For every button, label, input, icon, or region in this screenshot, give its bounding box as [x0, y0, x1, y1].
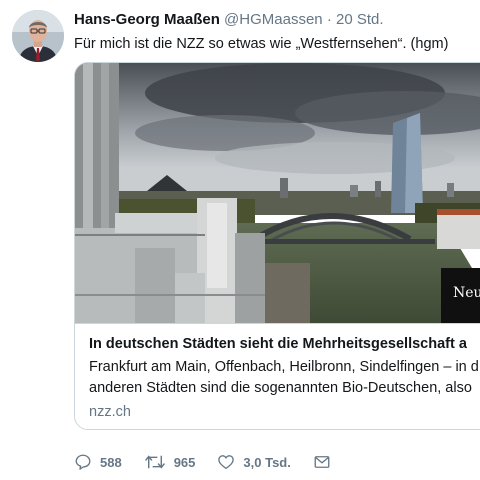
card-description: Frankfurt am Main, Offenbach, Heilbronn,… — [89, 357, 480, 399]
card-body: In deutschen Städten sieht die Mehrheits… — [75, 323, 480, 429]
author-handle[interactable]: @HGMaassen — [224, 11, 323, 28]
author-name[interactable]: Hans-Georg Maaßen — [74, 11, 220, 28]
link-card[interactable]: Neue In deutschen Städten sieht die Mehr… — [74, 62, 480, 430]
card-title: In deutschen Städten sieht die Mehrheits… — [89, 336, 467, 352]
card-description-line-1: Frankfurt am Main, Offenbach, Heilbronn,… — [89, 359, 479, 375]
avatar[interactable] — [12, 10, 64, 62]
share-via-message-button[interactable] — [313, 453, 331, 471]
tweet-header: Hans-Georg Maaßen @HGMaassen · 20 Std. — [74, 10, 480, 30]
reply-button[interactable]: 588 — [74, 453, 122, 471]
reply-count: 588 — [100, 454, 122, 470]
tweet-text: Für mich ist die NZZ so etwas wie „Westf… — [74, 36, 449, 52]
retweet-count: 965 — [173, 454, 196, 470]
card-image: Neue — [75, 63, 480, 323]
retweet-icon — [144, 455, 165, 469]
like-button[interactable]: 3,0 Tsd. — [217, 453, 291, 471]
action-bar: 588 965 3,0 Tsd. — [74, 448, 353, 476]
heart-icon — [218, 455, 235, 470]
tweet-timestamp[interactable]: 20 Std. — [336, 11, 384, 28]
mail-icon — [314, 456, 330, 468]
separator-dot: · — [326, 11, 332, 28]
like-count: 3,0 Tsd. — [243, 454, 291, 470]
retweet-button[interactable]: 965 — [144, 453, 196, 471]
card-description-line-2: anderen Städten sind die sogenannten Bio… — [89, 380, 472, 396]
card-watermark: Neue — [453, 285, 480, 301]
reply-icon — [75, 454, 91, 470]
card-domain: nzz.ch — [89, 404, 131, 420]
avatar-photo — [12, 10, 64, 62]
